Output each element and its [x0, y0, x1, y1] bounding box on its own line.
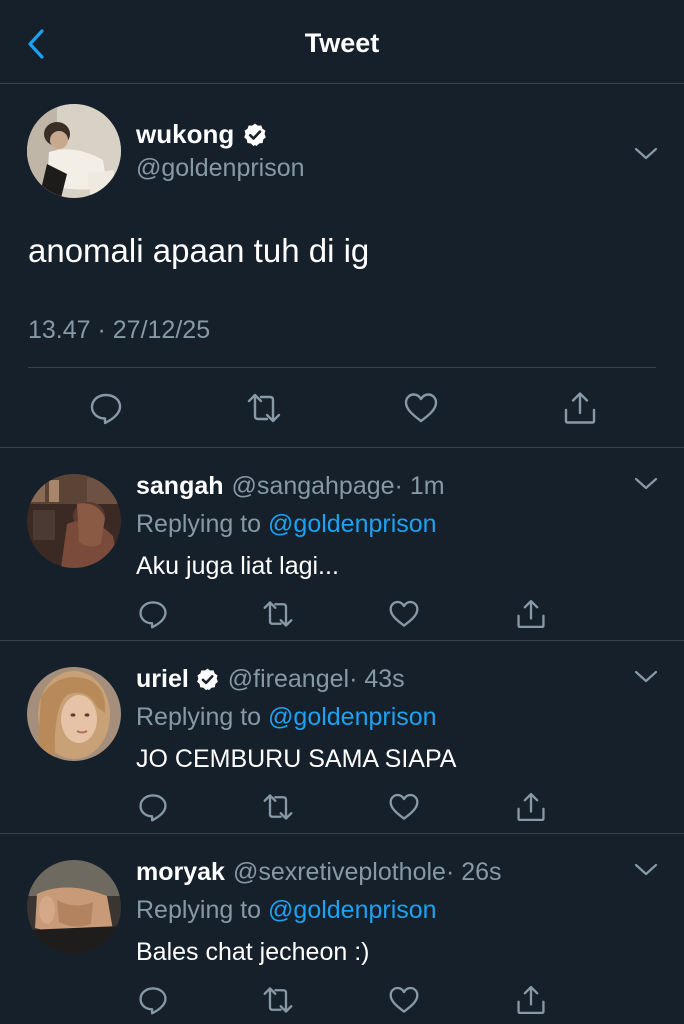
share-icon[interactable] — [515, 984, 547, 1016]
author-name[interactable]: moryak — [136, 858, 225, 887]
chevron-down-icon[interactable] — [634, 146, 658, 162]
tweet-text: anomali apaan tuh di ig — [28, 232, 370, 269]
like-icon[interactable] — [388, 984, 420, 1016]
main-tweet: wukong @goldenprison anomali apaan tuh d… — [0, 84, 684, 448]
replying-to-line: Replying to @goldenprison — [136, 510, 437, 539]
tweet-detail-screen: Tweet wukong @goldenprison anomali apaan… — [0, 0, 684, 1024]
mention-link[interactable]: @goldenprison — [268, 510, 437, 538]
avatar[interactable] — [27, 860, 121, 954]
author-handle[interactable]: @sexretiveplothole — [233, 858, 446, 887]
avatar[interactable] — [27, 474, 121, 568]
avatar[interactable] — [27, 667, 121, 761]
author-handle[interactable]: @goldenprison — [136, 154, 305, 183]
retweet-icon[interactable] — [262, 791, 294, 823]
retweet-icon[interactable] — [262, 598, 294, 630]
verified-badge-icon — [196, 668, 218, 691]
reply-tweet[interactable]: sangah @sangahpage · 1m Replying to @gol… — [0, 448, 684, 641]
replying-to-line: Replying to @goldenprison — [136, 703, 437, 732]
author-handle[interactable]: @sangahpage — [232, 472, 395, 501]
reply-icon[interactable] — [137, 598, 169, 630]
avatar[interactable] — [27, 104, 121, 198]
top-nav-bar: Tweet — [0, 0, 684, 84]
replying-to-label: Replying to — [136, 703, 269, 731]
tweet-timestamp: 13.47 · 27/12/25 — [28, 316, 211, 344]
reply-text: Aku juga liat lagi... — [136, 552, 339, 580]
author-name-row: wukong — [136, 119, 268, 150]
share-icon[interactable] — [515, 598, 547, 630]
reply-icon[interactable] — [88, 390, 124, 426]
share-icon[interactable] — [562, 390, 598, 426]
like-icon[interactable] — [403, 390, 439, 426]
reply-text: Bales chat jecheon :) — [136, 938, 370, 966]
reply-icon[interactable] — [137, 791, 169, 823]
reply-time: · 43s — [349, 665, 405, 693]
like-icon[interactable] — [388, 598, 420, 630]
author-handle[interactable]: @fireangel — [228, 665, 349, 694]
mention-link[interactable]: @goldenprison — [268, 896, 437, 924]
reply-icon[interactable] — [137, 984, 169, 1016]
author-name[interactable]: uriel — [136, 665, 189, 694]
reply-tweet[interactable]: moryak @sexretiveplothole · 26s Replying… — [0, 834, 684, 1024]
reply-header: moryak @sexretiveplothole · 26s — [136, 858, 502, 887]
retweet-icon[interactable] — [246, 390, 282, 426]
like-icon[interactable] — [388, 791, 420, 823]
reply-tweet[interactable]: uriel @fireangel · 43s Replying to @gold… — [0, 641, 684, 834]
reply-time: · 26s — [445, 858, 502, 886]
chevron-down-icon[interactable] — [634, 862, 658, 878]
retweet-icon[interactable] — [262, 984, 294, 1016]
reply-time: · 1m — [394, 472, 445, 500]
reply-header: uriel @fireangel · 43s — [136, 665, 405, 694]
chevron-down-icon[interactable] — [634, 669, 658, 685]
chevron-down-icon[interactable] — [634, 476, 658, 492]
share-icon[interactable] — [515, 791, 547, 823]
author-name[interactable]: wukong — [136, 119, 234, 150]
replying-to-label: Replying to — [136, 896, 269, 924]
reply-text: JO CEMBURU SAMA SIAPA — [136, 745, 457, 773]
page-title: Tweet — [304, 28, 380, 58]
replying-to-line: Replying to @goldenprison — [136, 896, 437, 925]
reply-header: sangah @sangahpage · 1m — [136, 472, 445, 501]
verified-badge-icon — [244, 123, 267, 146]
divider — [28, 367, 656, 368]
replying-to-label: Replying to — [136, 510, 269, 538]
mention-link[interactable]: @goldenprison — [268, 703, 437, 731]
author-name[interactable]: sangah — [136, 472, 224, 501]
